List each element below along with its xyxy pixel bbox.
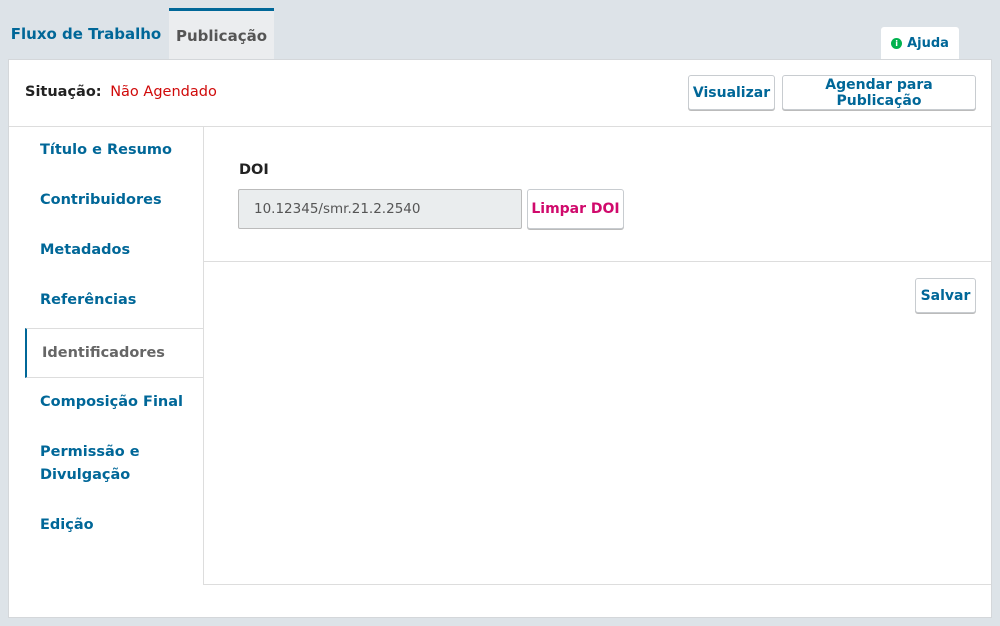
sidebar-item-galleys[interactable]: Composição Final (25, 391, 203, 414)
schedule-publication-button[interactable]: Agendar para Publicação (782, 75, 976, 110)
sidebar-item-issue[interactable]: Edição (25, 514, 203, 537)
sidebar-item-contributors[interactable]: Contribuidores (25, 189, 203, 212)
publication-panel: Situação: Não Agendado Visualizar Agenda… (8, 59, 992, 618)
sidebar-item-title-abstract[interactable]: Título e Resumo (25, 139, 203, 162)
doi-field[interactable] (238, 189, 522, 229)
publication-status: Situação: Não Agendado (25, 84, 217, 100)
preview-button[interactable]: Visualizar (688, 75, 775, 110)
identifiers-form: DOI Limpar DOI Salvar (203, 127, 991, 585)
tab-publication[interactable]: Publicação (169, 8, 274, 60)
doi-label: DOI (239, 162, 269, 178)
status-bar: Situação: Não Agendado Visualizar Agenda… (9, 60, 991, 127)
info-icon: i (891, 37, 903, 49)
help-button[interactable]: i Ajuda (881, 27, 959, 59)
clear-doi-button[interactable]: Limpar DOI (527, 189, 624, 229)
publication-sidebar: Título e Resumo Contribuidores Metadados… (9, 127, 204, 585)
status-value: Não Agendado (110, 84, 217, 100)
sidebar-item-identifiers[interactable]: Identificadores (25, 328, 204, 378)
save-button[interactable]: Salvar (915, 278, 976, 313)
divider (204, 261, 991, 262)
sidebar-item-metadata[interactable]: Metadados (25, 239, 203, 262)
status-label: Situação: (25, 84, 102, 100)
sidebar-item-references[interactable]: Referências (25, 289, 203, 312)
tab-workflow[interactable]: Fluxo de Trabalho (8, 8, 164, 60)
help-label: Ajuda (907, 35, 949, 51)
sidebar-item-permissions-disclosure[interactable]: Permissão e Divulgação (25, 441, 175, 487)
